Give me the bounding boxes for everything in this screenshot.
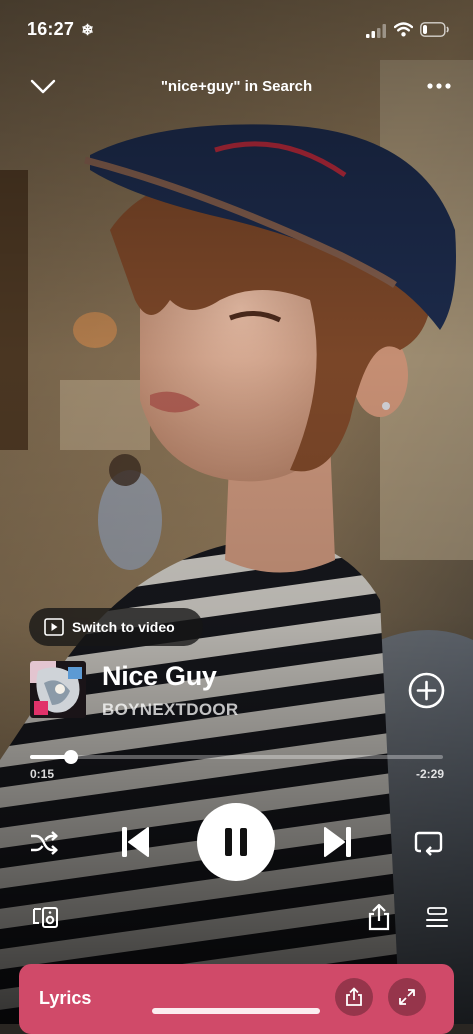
- previous-track-button[interactable]: [120, 826, 150, 858]
- shuffle-button[interactable]: [29, 830, 59, 856]
- cellular-signal-icon: [366, 24, 386, 38]
- queue-button[interactable]: [426, 907, 448, 929]
- snowflake-icon: ❄: [81, 22, 95, 39]
- next-track-button[interactable]: [323, 826, 353, 858]
- status-time: 16:27 ❄: [27, 19, 94, 40]
- lyrics-label: Lyrics: [39, 988, 92, 1008]
- lyrics-expand-button[interactable]: [388, 978, 426, 1016]
- connect-device-icon: [33, 907, 58, 928]
- lyrics-share-button[interactable]: [335, 978, 373, 1016]
- progress-bar[interactable]: [30, 750, 443, 764]
- expand-icon: [399, 989, 415, 1005]
- more-options-button[interactable]: [427, 82, 451, 90]
- more-options-icon: [427, 83, 451, 89]
- queue-icon: [426, 907, 448, 927]
- video-icon: [44, 618, 64, 636]
- album-cover[interactable]: [30, 661, 86, 718]
- elapsed-time: 0:15: [30, 767, 55, 781]
- pause-button[interactable]: [197, 803, 275, 881]
- next-track-icon: [324, 827, 351, 857]
- status-time-text: 16:27: [27, 19, 75, 39]
- share-button[interactable]: [367, 903, 391, 931]
- share-icon: [368, 903, 390, 931]
- previous-track-icon: [122, 827, 149, 857]
- shuffle-icon: [31, 831, 58, 855]
- track-title[interactable]: Nice Guy: [102, 661, 217, 692]
- add-to-playlist-button[interactable]: [408, 672, 445, 709]
- remaining-time: -2:29: [415, 767, 444, 781]
- switch-to-video-label: Switch to video: [72, 619, 175, 635]
- repeat-icon: [414, 831, 443, 856]
- connect-device-button[interactable]: [33, 905, 59, 929]
- wifi-icon: [394, 22, 413, 37]
- track-artist[interactable]: BOYNEXTDOOR: [102, 700, 238, 720]
- home-indicator[interactable]: [152, 1008, 320, 1014]
- switch-to-video-button[interactable]: Switch to video: [29, 608, 203, 646]
- repeat-button[interactable]: [414, 829, 444, 857]
- context-title: "nice+guy" in Search: [160, 78, 313, 95]
- pause-icon: [225, 828, 247, 856]
- battery-icon: [420, 22, 450, 37]
- share-icon: [346, 987, 362, 1006]
- add-circle-icon: [408, 672, 445, 709]
